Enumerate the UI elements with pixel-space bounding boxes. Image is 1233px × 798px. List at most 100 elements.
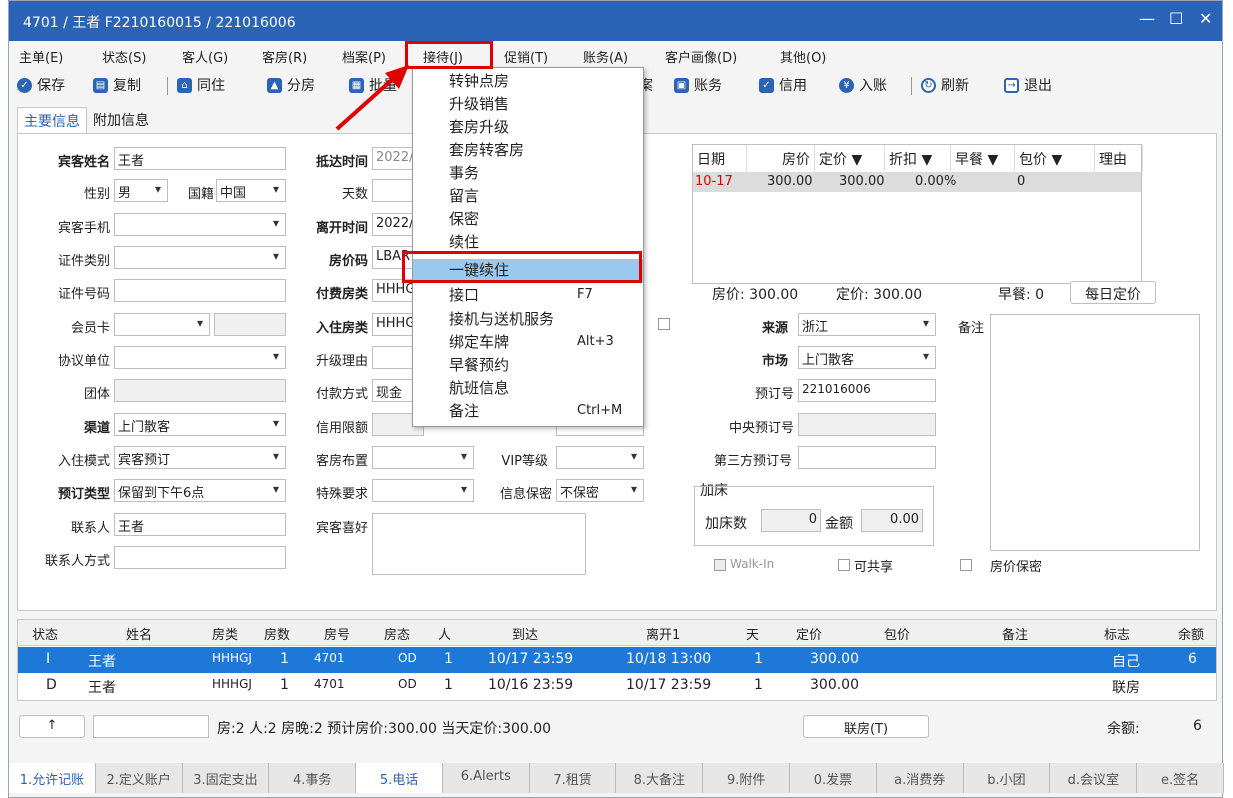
guest-name-field[interactable]: 王者 — [114, 147, 286, 170]
menu-item-memo[interactable]: 备注 Ctrl+M — [413, 400, 643, 423]
extra-bed-amount-field[interactable]: 0.00 — [861, 509, 923, 532]
tab-vouchers[interactable]: a.消费券 — [877, 763, 964, 793]
memo-field[interactable] — [990, 314, 1200, 551]
menu-room[interactable]: 客房(R) — [262, 47, 307, 66]
menu-item-bind-plate[interactable]: 绑定车牌 Alt+3 — [413, 331, 643, 354]
menu-accounts[interactable]: 账务(A) — [583, 47, 628, 66]
tab-fixed-charges[interactable]: 3.固定支出 — [183, 763, 270, 793]
room-layout-select[interactable] — [372, 446, 474, 469]
menu-item-secret[interactable]: 保密 — [413, 208, 643, 231]
tab-alerts[interactable]: 6.Alerts — [443, 763, 530, 793]
tab-phone[interactable]: 5.电话 — [356, 763, 443, 793]
vip-level-select[interactable] — [556, 446, 644, 469]
tab-rental[interactable]: 7.租赁 — [530, 763, 617, 793]
row-room-no: 4701 — [314, 651, 345, 665]
row-room-count: 1 — [280, 677, 289, 693]
tab-small-group[interactable]: b.小团 — [964, 763, 1051, 793]
member-card-select[interactable] — [114, 313, 210, 336]
tab-define-account[interactable]: 2.定义账户 — [96, 763, 183, 793]
contact-field[interactable]: 王者 — [114, 513, 286, 536]
agreement-select[interactable] — [114, 346, 286, 369]
menu-item-upsell[interactable]: 升级销售 — [413, 93, 643, 116]
tab-meeting-room[interactable]: d.会议室 — [1050, 763, 1138, 793]
row-fixed-rate: 300.00 — [810, 651, 859, 667]
tab-tasks[interactable]: 4.事务 — [269, 763, 357, 793]
share-checkbox[interactable] — [838, 559, 850, 571]
id-type-select[interactable] — [114, 246, 286, 269]
special-request-select[interactable] — [372, 479, 474, 502]
menu-item-label: 续住 — [449, 233, 480, 251]
link-room-button[interactable]: 联房(T) — [803, 715, 929, 738]
channel-select[interactable]: 上门散客 — [114, 413, 286, 436]
rate-col-breakfast[interactable]: 早餐 ▼ — [951, 145, 1015, 171]
row-flag: 联房 — [1112, 680, 1140, 696]
save-button[interactable]: ✓ 保存 — [17, 75, 65, 95]
copy-button[interactable]: ▤ 复制 — [93, 75, 141, 95]
tab-extra-info[interactable]: 附加信息 — [87, 107, 155, 133]
table-row[interactable]: D 王者 HHHGJ 1 4701 OD 1 10/16 23:59 10/17… — [18, 673, 1216, 699]
menu-item-airport-transfer[interactable]: 接机与送机服务 — [413, 308, 643, 331]
walkin-checkbox[interactable] — [714, 559, 726, 571]
table-row[interactable]: I 王者 HHHGJ 1 4701 OD 1 10/17 23:59 10/18… — [18, 647, 1216, 673]
menu-item-hourly-room[interactable]: 转钟点房 — [413, 70, 643, 93]
rate-col-fixed[interactable]: 定价 ▼ — [815, 145, 885, 171]
credit-button[interactable]: ✓ 信用 — [759, 75, 807, 95]
booking-type-select[interactable]: 保留到下午6点 — [114, 479, 286, 502]
option-checkbox[interactable] — [658, 318, 670, 330]
source-select[interactable]: 浙江 — [798, 313, 936, 336]
info-secret-select[interactable]: 不保密 — [556, 479, 644, 502]
refresh-button[interactable]: ↻ 刷新 — [921, 75, 969, 95]
id-number-field[interactable] — [114, 279, 286, 302]
tab-big-memo[interactable]: 8.大备注 — [616, 763, 704, 793]
menu-guest[interactable]: 客人(G) — [182, 47, 228, 66]
menu-status[interactable]: 状态(S) — [102, 47, 146, 66]
row-balance: 6 — [1188, 651, 1197, 667]
extra-bed-count-field[interactable]: 0 — [761, 509, 821, 532]
rate-col-discount[interactable]: 折扣 ▼ — [885, 145, 951, 171]
up-button[interactable]: ↑ — [19, 715, 85, 738]
menu-main[interactable]: 主单(E) — [19, 47, 63, 66]
maximize-button[interactable]: ☐ — [1169, 9, 1183, 28]
tab-main-info[interactable]: 主要信息 — [17, 107, 87, 133]
menu-item-task[interactable]: 事务 — [413, 162, 643, 185]
account-button[interactable]: ▣ 账务 — [674, 75, 722, 95]
menu-item-flight-info[interactable]: 航班信息 — [413, 377, 643, 400]
exit-button[interactable]: → 退出 — [1004, 75, 1052, 95]
booking-no-field[interactable]: 221016006 — [798, 379, 936, 402]
menu-promotion[interactable]: 促销(T) — [504, 47, 548, 66]
tab-allow-posting[interactable]: 1.允许记账 — [9, 763, 96, 793]
preferences-field[interactable] — [372, 513, 586, 575]
menu-item-message[interactable]: 留言 — [413, 185, 643, 208]
menu-item-breakfast-booking[interactable]: 早餐预约 — [413, 354, 643, 377]
rate-row[interactable]: 10-17 300.00 300.00 0.00% 0 — [693, 172, 1141, 192]
member-card-info — [214, 313, 286, 336]
rate-col-package[interactable]: 包价 ▼ — [1015, 145, 1095, 171]
daily-rate-button[interactable]: 每日定价 — [1070, 281, 1156, 304]
id-number-label: 证件号码 — [57, 287, 110, 302]
menu-other[interactable]: 其他(O) — [780, 47, 826, 66]
tab-invoice[interactable]: 0.发票 — [790, 763, 877, 793]
split-room-button[interactable]: ▲ 分房 — [267, 75, 315, 95]
tab-attachments[interactable]: 9.附件 — [703, 763, 791, 793]
nation-select[interactable]: 中国 — [216, 179, 286, 202]
rate-col-reason[interactable]: 理由 ▼ — [1095, 145, 1143, 185]
minimize-button[interactable]: — — [1139, 9, 1155, 28]
market-select[interactable]: 上门散客 — [798, 346, 936, 369]
status-input[interactable] — [93, 715, 209, 738]
title-bar: 4701 / 王者 F2210160015 / 221016006 — ☐ ✕ — [9, 1, 1222, 41]
post-button[interactable]: ¥ 入账 — [839, 75, 887, 95]
close-button[interactable]: ✕ — [1199, 9, 1212, 28]
menu-item-interface[interactable]: 接口 F7 — [413, 284, 643, 307]
thirdparty-booking-field[interactable] — [798, 446, 936, 469]
contact-way-field[interactable] — [114, 546, 286, 569]
checkin-mode-select[interactable]: 宾客预订 — [114, 446, 286, 469]
cohabit-button[interactable]: ⌂ 同住 — [177, 75, 225, 95]
gender-select[interactable]: 男 — [114, 179, 168, 202]
menu-customer-portrait[interactable]: 客户画像(D) — [665, 47, 737, 66]
mobile-field[interactable] — [114, 213, 286, 236]
menu-item-suite-to-room[interactable]: 套房转客房 — [413, 139, 643, 162]
status-bar: ↑ 房:2 人:2 房晚:2 预计房价:300.00 当天定价:300.00 联… — [17, 713, 1217, 741]
rate-secret-checkbox[interactable] — [960, 559, 972, 571]
tab-signature[interactable]: e.签名 — [1137, 763, 1224, 793]
menu-item-suite-upgrade[interactable]: 套房升级 — [413, 116, 643, 139]
